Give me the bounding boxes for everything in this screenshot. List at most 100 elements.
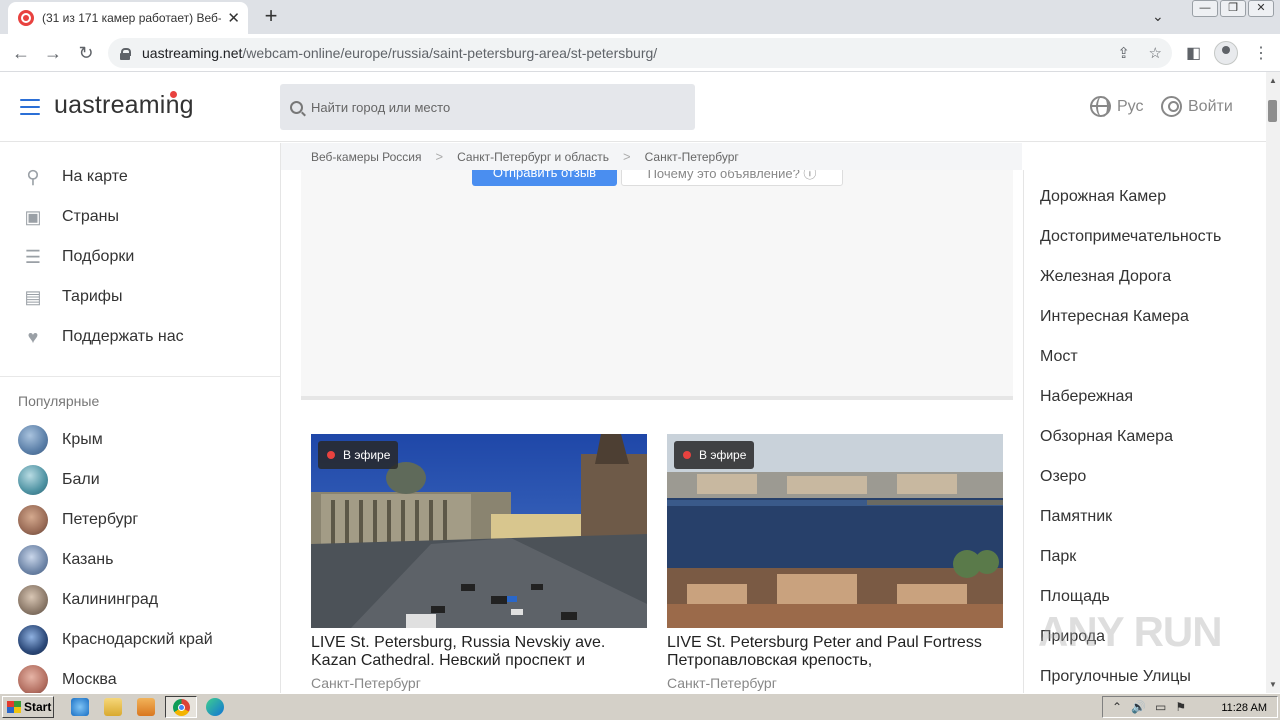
live-badge: В эфире: [318, 441, 399, 469]
popular-item-moscow[interactable]: Москва: [18, 665, 117, 693]
sidebar-divider: [0, 376, 280, 377]
breadcrumb-current: Санкт-Петербург: [644, 149, 739, 164]
camera-thumbnail[interactable]: В эфире: [667, 434, 1003, 628]
category-link[interactable]: Обзорная Камера: [1040, 428, 1173, 446]
category-link[interactable]: Памятник: [1040, 508, 1112, 526]
camera-card[interactable]: В эфире LIVE St. Petersburg Peter and Pa…: [667, 434, 1003, 691]
scroll-up-icon[interactable]: ▲: [1269, 76, 1277, 85]
place-avatar: [18, 425, 48, 455]
user-icon: [1161, 96, 1182, 117]
volume-icon[interactable]: 🔊: [1131, 700, 1146, 714]
hamburger-menu-icon[interactable]: [20, 99, 40, 115]
logo-dot-icon: [170, 91, 177, 98]
profile-avatar-icon[interactable]: [1214, 41, 1238, 65]
restore-icon[interactable]: ❐: [1220, 0, 1246, 17]
category-link[interactable]: Достопримечательность: [1040, 228, 1221, 246]
breadcrumb-link-russia[interactable]: Веб-камеры Россия: [311, 150, 422, 164]
search-input[interactable]: [311, 99, 671, 115]
login-button[interactable]: Войти: [1161, 96, 1233, 117]
address-bar-row: ← → ↻ uastreaming.net/webcam-online/euro…: [0, 34, 1280, 72]
why-this-ad-button[interactable]: Почему это объявление? ⓘ: [621, 170, 843, 186]
popular-item-krasnodar[interactable]: Краснодарский край: [18, 625, 213, 655]
breadcrumb: Веб-камеры Россия > Санкт-Петербург и об…: [281, 143, 1022, 170]
camera-title[interactable]: LIVE St. Petersburg Peter and Paul Fortr…: [667, 634, 1003, 670]
page-scrollbar[interactable]: [1266, 72, 1280, 693]
category-link[interactable]: Мост: [1040, 348, 1078, 366]
popular-item-bali[interactable]: Бали: [18, 465, 100, 495]
menu-item-collections[interactable]: ☰ Подборки: [20, 245, 134, 269]
category-link[interactable]: Интересная Камера: [1040, 308, 1189, 326]
live-badge: В эфире: [674, 441, 755, 469]
place-avatar: [18, 665, 48, 693]
chrome-icon-center: [178, 704, 185, 711]
reload-icon[interactable]: ↻: [75, 42, 97, 64]
bookmark-star-icon[interactable]: ☆: [1149, 44, 1162, 62]
edge-icon[interactable]: [206, 698, 224, 716]
ad-area: Отправить отзыв Почему это объявление? ⓘ: [301, 170, 1013, 400]
camera-city[interactable]: Санкт-Петербург: [311, 675, 647, 691]
media-player-icon[interactable]: [137, 698, 155, 716]
folder-icon[interactable]: [104, 698, 122, 716]
category-link[interactable]: Прогулочные Улицы: [1040, 668, 1191, 686]
windows-taskbar: Start ⌃ 🔊 ▭ ⚑ 11:28 AM: [0, 693, 1280, 720]
popular-item-crimea[interactable]: Крым: [18, 425, 103, 455]
url-field[interactable]: uastreaming.net/webcam-online/europe/rus…: [108, 38, 1172, 68]
close-window-icon[interactable]: ✕: [1248, 0, 1274, 17]
taskbar-chrome-button[interactable]: [165, 696, 197, 718]
category-link[interactable]: Озеро: [1040, 468, 1086, 486]
place-avatar: [18, 465, 48, 495]
minimize-icon[interactable]: —: [1192, 0, 1218, 17]
popular-item-kaliningrad[interactable]: Калининград: [18, 585, 158, 615]
breadcrumb-link-region[interactable]: Санкт-Петербург и область: [457, 150, 609, 164]
new-tab-button[interactable]: +: [258, 3, 284, 29]
tab-title: (31 из 171 камер работает) Веб-к: [42, 11, 222, 25]
forward-arrow-icon[interactable]: →: [42, 42, 64, 64]
place-avatar: [18, 505, 48, 535]
category-link[interactable]: Дорожная Камер: [1040, 188, 1166, 206]
clock: 11:28 AM: [1221, 702, 1267, 714]
network-icon[interactable]: ▭: [1155, 700, 1166, 714]
browser-tab[interactable]: (31 из 171 камер работает) Веб-к ✕: [8, 2, 248, 34]
menu-item-support[interactable]: ♥ Поддержать нас: [20, 325, 184, 349]
share-icon[interactable]: ⇪: [1117, 44, 1130, 62]
site-header: uastreaming Рус Войти: [0, 72, 1266, 142]
menu-item-map[interactable]: ⚲ На карте: [20, 165, 127, 189]
popular-heading: Популярные: [18, 393, 100, 409]
tv-icon: ▣: [24, 207, 42, 227]
search-box[interactable]: [280, 84, 695, 130]
popular-item-kazan[interactable]: Казань: [18, 545, 113, 575]
back-arrow-icon[interactable]: ←: [10, 42, 32, 64]
map-pin-icon: ⚲: [26, 167, 40, 187]
category-link[interactable]: Площадь: [1040, 588, 1110, 606]
category-link[interactable]: Железная Дорога: [1040, 268, 1171, 286]
briefcase-icon: ▤: [24, 287, 42, 307]
side-panel-icon[interactable]: ◧: [1186, 43, 1201, 63]
camera-thumbnail[interactable]: В эфире: [311, 434, 647, 628]
ie-icon[interactable]: [71, 698, 89, 716]
category-link[interactable]: Набережная: [1040, 388, 1133, 406]
camera-city[interactable]: Санкт-Петербург: [667, 675, 1003, 691]
system-tray: ⌃ 🔊 ▭ ⚑ 11:28 AM: [1102, 696, 1278, 718]
tab-search-chevron-icon[interactable]: ⌄: [1152, 8, 1164, 25]
scroll-down-icon[interactable]: ▼: [1269, 680, 1277, 689]
url-text: uastreaming.net/webcam-online/europe/rus…: [142, 45, 658, 61]
send-feedback-button[interactable]: Отправить отзыв: [472, 170, 617, 186]
close-tab-icon[interactable]: ✕: [227, 9, 240, 27]
scrollbar-thumb[interactable]: [1268, 100, 1277, 122]
menu-item-countries[interactable]: ▣ Страны: [20, 205, 119, 229]
camera-card[interactable]: В эфире LIVE St. Petersburg, Russia Nevs…: [311, 434, 647, 691]
window-controls: — ❐ ✕: [1192, 0, 1274, 20]
globe-icon: [1090, 96, 1111, 117]
start-button[interactable]: Start: [2, 696, 54, 718]
flag-icon[interactable]: ⚑: [1175, 700, 1186, 714]
browser-tab-bar: (31 из 171 камер работает) Веб-к ✕ + ⌄ —…: [0, 0, 1280, 34]
language-switcher[interactable]: Рус: [1090, 96, 1144, 117]
chrome-menu-icon[interactable]: ⋮: [1253, 43, 1269, 63]
lock-icon[interactable]: [120, 47, 131, 60]
popular-item-petersburg[interactable]: Петербург: [18, 505, 138, 535]
menu-item-tariffs[interactable]: ▤ Тарифы: [20, 285, 122, 309]
tray-arrow-icon[interactable]: ⌃: [1112, 700, 1122, 714]
camera-title[interactable]: LIVE St. Petersburg, Russia Nevskiy ave.…: [311, 634, 647, 670]
place-avatar: [18, 545, 48, 575]
category-link[interactable]: Парк: [1040, 548, 1076, 566]
